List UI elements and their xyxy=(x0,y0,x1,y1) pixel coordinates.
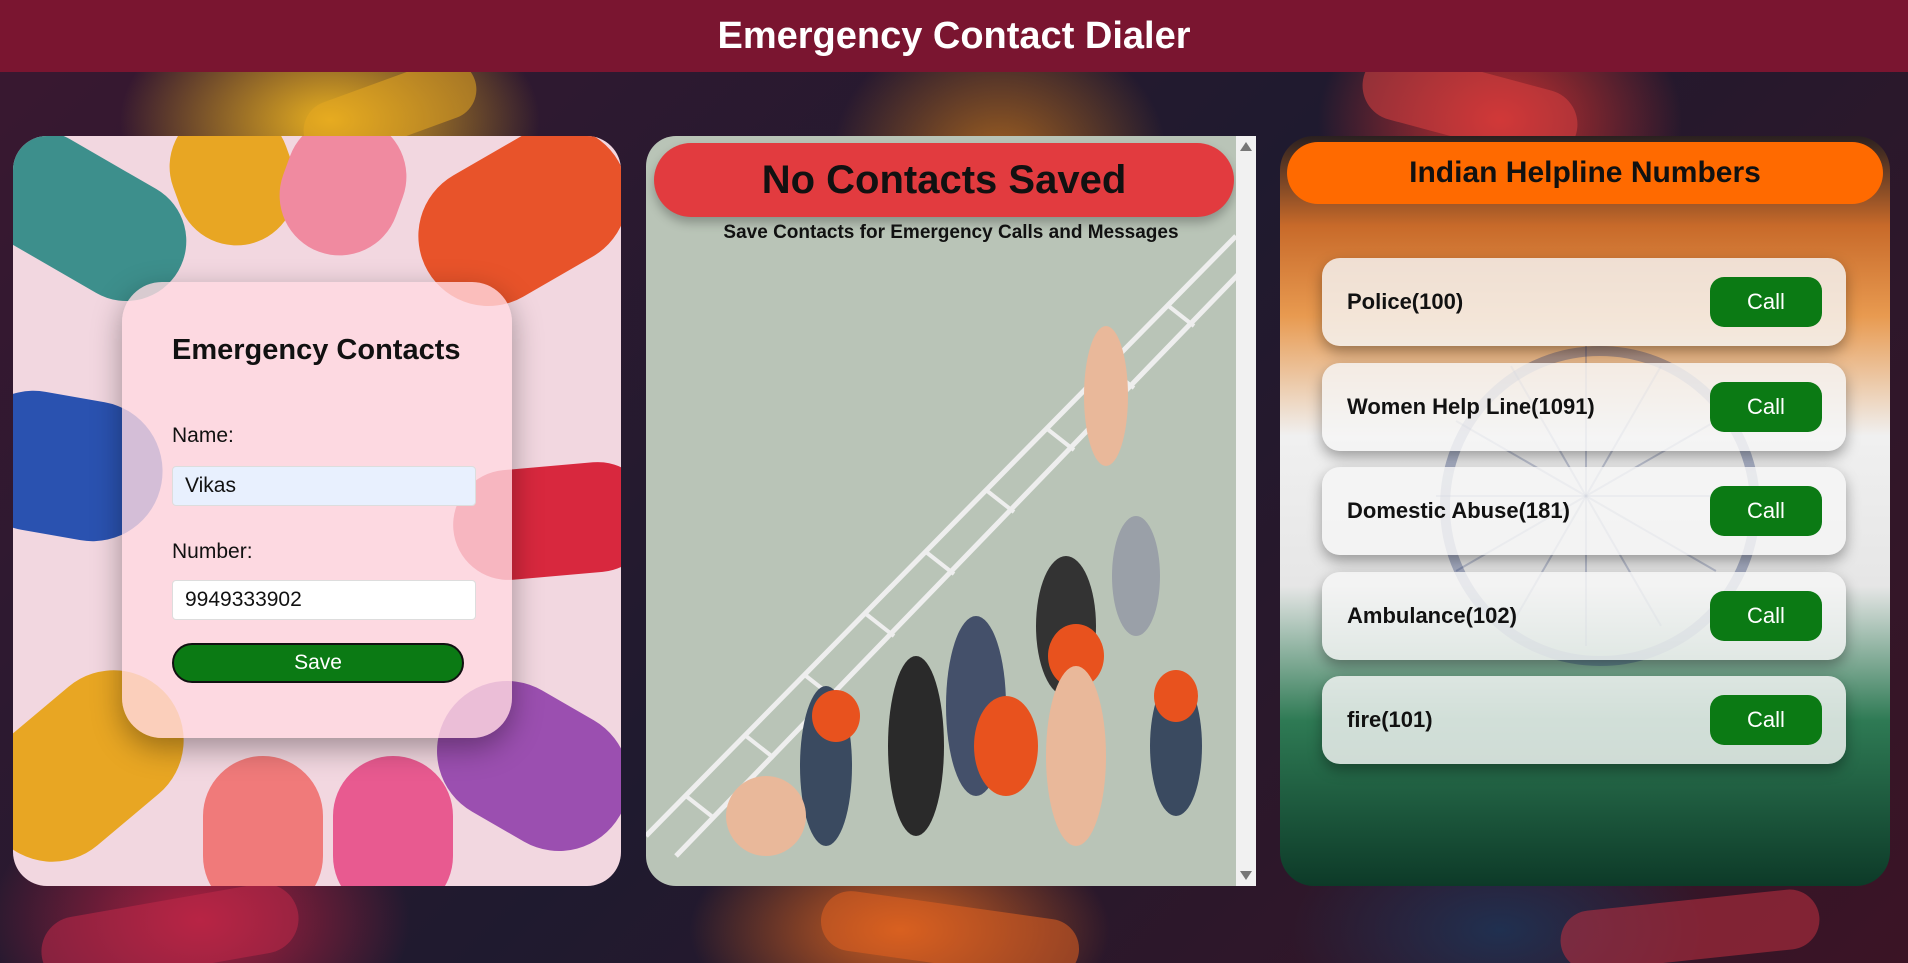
helpline-name: fire(101) xyxy=(1347,707,1433,732)
scroll-down-arrow-icon[interactable] xyxy=(1240,871,1252,880)
helpline-panel: Indian Helpline Numbers Police(100) Call… xyxy=(1280,136,1890,886)
helpline-title: Indian Helpline Numbers xyxy=(1287,142,1883,204)
call-fire-button[interactable]: Call xyxy=(1710,695,1822,745)
contact-form-panel: Emergency Contacts Name: Number: Save xyxy=(13,136,621,886)
helpline-name: Ambulance(102) xyxy=(1347,603,1517,628)
helpline-item-fire: fire(101) Call xyxy=(1322,676,1846,764)
saved-contacts-panel: No Contacts Saved Save Contacts for Emer… xyxy=(646,136,1256,886)
no-contacts-banner: No Contacts Saved xyxy=(654,143,1234,217)
call-women-helpline-button[interactable]: Call xyxy=(1710,382,1822,432)
saved-panel-scrollbar[interactable] xyxy=(1236,136,1256,886)
ladder-graphic xyxy=(646,234,1256,858)
helpline-item-ambulance: Ambulance(102) Call xyxy=(1322,572,1846,660)
helpline-name: Women Help Line(1091) xyxy=(1347,394,1595,419)
call-ambulance-button[interactable]: Call xyxy=(1710,591,1822,641)
save-button[interactable]: Save xyxy=(172,643,464,683)
name-label: Name: xyxy=(172,424,234,447)
form-title: Emergency Contacts xyxy=(172,334,461,366)
app-header: Emergency Contact Dialer xyxy=(0,0,1908,72)
helpline-item-women: Women Help Line(1091) Call xyxy=(1322,363,1846,451)
helpline-item-police: Police(100) Call xyxy=(1322,258,1846,346)
saved-contacts-subtitle: Save Contacts for Emergency Calls and Me… xyxy=(723,222,1179,243)
number-label: Number: xyxy=(172,540,253,563)
helpline-name: Police(100) xyxy=(1347,289,1464,314)
call-domestic-abuse-button[interactable]: Call xyxy=(1710,486,1822,536)
call-police-button[interactable]: Call xyxy=(1710,277,1822,327)
helpline-name: Domestic Abuse(181) xyxy=(1347,498,1570,523)
number-input[interactable] xyxy=(172,580,476,620)
emergency-contacts-card: Emergency Contacts Name: Number: Save xyxy=(122,282,512,738)
helpline-item-domestic-abuse: Domestic Abuse(181) Call xyxy=(1322,467,1846,555)
ladder-illustration xyxy=(646,136,1256,886)
app-title: Emergency Contact Dialer xyxy=(717,14,1191,57)
name-input[interactable] xyxy=(172,466,476,506)
scroll-up-arrow-icon[interactable] xyxy=(1240,142,1252,151)
